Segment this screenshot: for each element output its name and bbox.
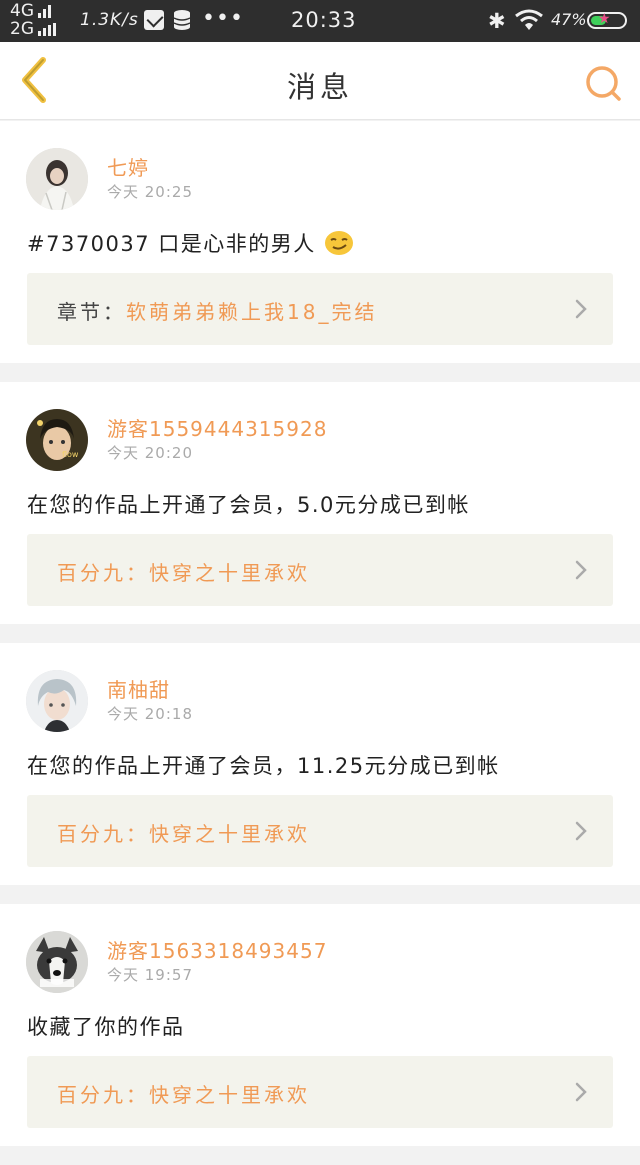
message-time: 今天 20:20 — [107, 444, 193, 462]
work-link[interactable]: 百分九：快穿之十里承欢 — [27, 1056, 613, 1128]
search-icon[interactable] — [584, 64, 622, 102]
avatar[interactable] — [26, 148, 88, 210]
link-prefix: 章节： — [57, 300, 126, 324]
message-content: #7370037 口是心非的男人 — [27, 228, 354, 258]
work-link[interactable]: 百分九：快穿之十里承欢 — [27, 534, 613, 606]
more-notifications-icon: ••• — [202, 6, 244, 31]
signal-bars-icon — [38, 22, 56, 36]
network-4g-label: 4G — [10, 1, 34, 21]
link-title: 百分九：快穿之十里承欢 — [57, 1083, 310, 1107]
work-link[interactable]: 百分九：快穿之十里承欢 — [27, 795, 613, 867]
network-indicator: 4G 2G — [10, 2, 56, 38]
message-time: 今天 20:25 — [107, 183, 193, 201]
chevron-right-icon — [575, 821, 587, 841]
mail-icon — [144, 10, 164, 30]
link-title: 百分九：快穿之十里承欢 — [57, 561, 310, 585]
chevron-right-icon — [575, 560, 587, 580]
battery-percent: 47% — [551, 10, 587, 29]
link-title: 软萌弟弟赖上我18_完结 — [126, 300, 378, 324]
sender-name[interactable]: 南柚甜 — [107, 674, 170, 703]
message-card: 游客1563318493457 今天 19:57 收藏了你的作品 百分九：快穿之… — [0, 904, 640, 1146]
message-time: 今天 20:18 — [107, 705, 193, 723]
message-time: 今天 19:57 — [107, 966, 193, 984]
sender-name[interactable]: 游客1563318493457 — [107, 935, 327, 964]
wifi-icon — [515, 9, 543, 30]
sender-name[interactable]: 七婷 — [107, 152, 149, 181]
link-title: 百分九：快穿之十里承欢 — [57, 822, 310, 846]
network-speed: 1.3K/s — [80, 10, 139, 30]
chapter-link[interactable]: 章节：软萌弟弟赖上我18_完结 — [27, 273, 613, 345]
chevron-right-icon — [575, 1082, 587, 1102]
clock: 20:33 — [291, 8, 357, 32]
smirk-emoji-icon — [324, 231, 353, 255]
message-card: 七婷 今天 20:25 #7370037 口是心非的男人 章节：软萌弟弟赖上我1… — [0, 121, 640, 363]
message-list: 七婷 今天 20:25 #7370037 口是心非的男人 章节：软萌弟弟赖上我1… — [0, 121, 640, 1165]
message-text: #7370037 口是心非的男人 — [27, 232, 316, 256]
svg-text:flow: flow — [62, 450, 79, 459]
signal-bars-icon — [38, 4, 51, 18]
message-content: 收藏了你的作品 — [27, 1015, 185, 1039]
status-bar: 4G 2G 1.3K/s ••• 20:33 ✱ 47% ★ — [0, 0, 640, 42]
message-content: 在您的作品上开通了会员，5.0元分成已到帐 — [27, 493, 470, 517]
nav-bar: 消息 — [0, 42, 640, 120]
storage-icon — [173, 10, 191, 30]
bluetooth-icon: ✱ — [488, 9, 506, 33]
sender-name[interactable]: 游客1559444315928 — [107, 413, 327, 442]
message-card: flow 游客1559444315928 今天 20:20 在您的作品上开通了会… — [0, 382, 640, 624]
network-2g-label: 2G — [10, 19, 34, 39]
avatar[interactable]: flow — [26, 409, 88, 471]
chevron-right-icon — [575, 299, 587, 319]
page-title: 消息 — [286, 70, 353, 104]
message-card: 南柚甜 今天 20:18 在您的作品上开通了会员，11.25元分成已到帐 百分九… — [0, 643, 640, 885]
battery-icon: ★ — [587, 11, 627, 29]
avatar[interactable] — [26, 670, 88, 732]
message-content: 在您的作品上开通了会员，11.25元分成已到帐 — [27, 754, 500, 778]
avatar[interactable] — [26, 931, 88, 993]
